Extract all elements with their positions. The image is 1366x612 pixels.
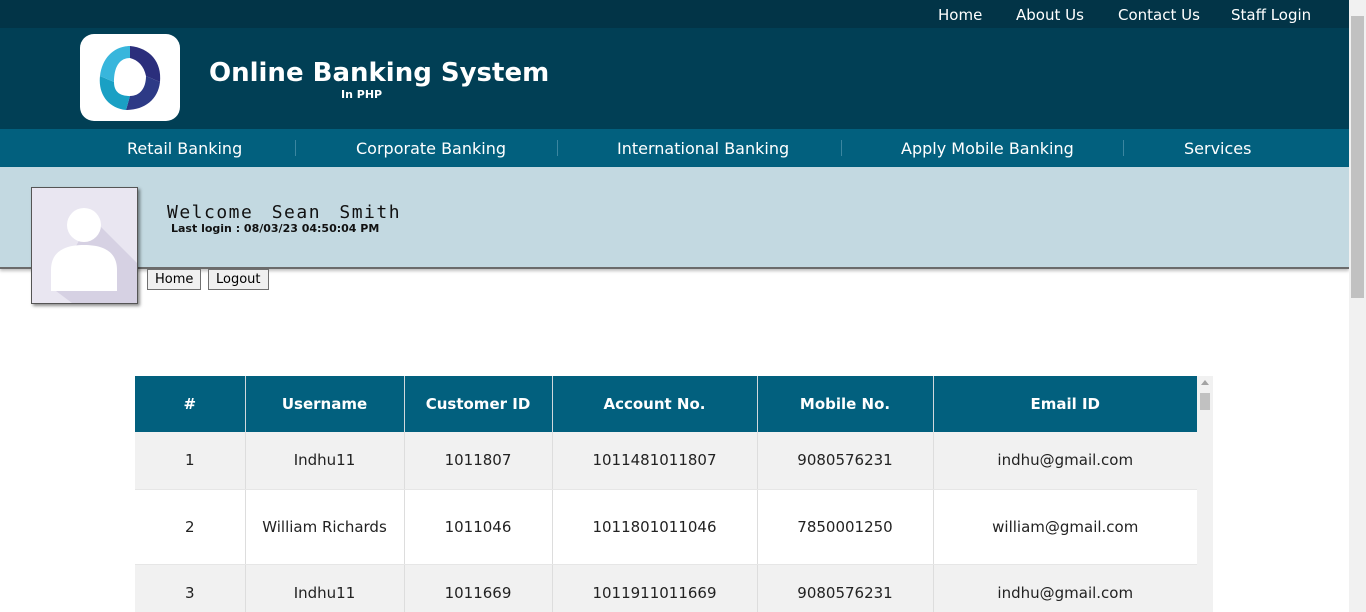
user-avatar	[31, 187, 138, 304]
site-header: Online Banking System In PHP	[0, 28, 1349, 129]
column-header-account-no: Account No.	[552, 376, 758, 432]
cell-customer-id: 1011669	[404, 564, 553, 612]
cell-account-no: 1011801011046	[552, 489, 758, 565]
cell-username: William Richards	[245, 489, 405, 565]
top-link-contact-us[interactable]: Contact Us	[1118, 6, 1200, 24]
nav-divider	[1123, 140, 1124, 156]
bank-logo[interactable]	[80, 34, 180, 121]
page-scrollbar-thumb[interactable]	[1351, 16, 1364, 298]
top-utility-bar: Home About Us Contact Us Staff Login	[0, 0, 1349, 28]
column-header-username: Username	[245, 376, 405, 432]
cell-customer-id: 1011807	[404, 432, 553, 490]
cell-email: indhu@gmail.com	[933, 432, 1197, 490]
cell-email: indhu@gmail.com	[933, 564, 1197, 612]
cell-customer-id: 1011046	[404, 489, 553, 565]
top-link-home[interactable]: Home	[938, 6, 982, 24]
customer-table-container[interactable]: # Username Customer ID Account No. Mobil…	[135, 376, 1213, 612]
nav-divider	[295, 140, 296, 156]
table-row: 1 Indhu11 1011807 1011481011807 90805762…	[135, 432, 1197, 490]
scroll-up-arrow-icon[interactable]	[1201, 380, 1209, 385]
nav-services[interactable]: Services	[1184, 139, 1251, 158]
logout-button[interactable]: Logout	[208, 269, 269, 290]
bank-logo-icon	[99, 46, 161, 110]
nav-divider	[841, 140, 842, 156]
column-header-email-id: Email ID	[933, 376, 1197, 432]
nav-international-banking[interactable]: International Banking	[617, 139, 789, 158]
top-link-about-us[interactable]: About Us	[1016, 6, 1084, 24]
cell-index: 2	[135, 489, 246, 565]
customer-table: # Username Customer ID Account No. Mobil…	[135, 376, 1197, 612]
cell-account-no: 1011481011807	[552, 432, 758, 490]
table-scrollbar-thumb[interactable]	[1200, 393, 1210, 410]
top-link-staff-login[interactable]: Staff Login	[1231, 6, 1311, 24]
nav-apply-mobile-banking[interactable]: Apply Mobile Banking	[901, 139, 1074, 158]
nav-retail-banking[interactable]: Retail Banking	[127, 139, 242, 158]
last-login-text: Last login : 08/03/23 04:50:04 PM	[171, 222, 380, 235]
cell-index: 3	[135, 564, 246, 612]
column-header-customer-id: Customer ID	[404, 376, 553, 432]
cell-mobile-no: 9080576231	[757, 564, 934, 612]
site-subtitle: In PHP	[341, 88, 383, 101]
site-title: Online Banking System	[209, 58, 550, 88]
nav-divider	[557, 140, 558, 156]
cell-account-no: 1011911011669	[552, 564, 758, 612]
cell-email: william@gmail.com	[933, 489, 1197, 565]
column-header-mobile-no: Mobile No.	[757, 376, 934, 432]
welcome-message: Welcome Sean Smith	[167, 202, 402, 223]
column-header-index: #	[135, 376, 246, 432]
home-button[interactable]: Home	[147, 269, 202, 290]
table-row: 3 Indhu11 1011669 1011911011669 90805762…	[135, 564, 1197, 612]
user-silhouette-icon	[51, 208, 137, 303]
table-header-row: # Username Customer ID Account No. Mobil…	[135, 376, 1197, 432]
cell-index: 1	[135, 432, 246, 490]
page-scrollbar[interactable]	[1349, 0, 1366, 612]
nav-corporate-banking[interactable]: Corporate Banking	[356, 139, 506, 158]
main-nav: Retail Banking Corporate Banking Interna…	[0, 129, 1349, 167]
cell-username: Indhu11	[245, 564, 405, 612]
table-row: 2 William Richards 1011046 1011801011046…	[135, 489, 1197, 565]
cell-mobile-no: 7850001250	[757, 489, 934, 565]
cell-mobile-no: 9080576231	[757, 432, 934, 490]
cell-username: Indhu11	[245, 432, 405, 490]
table-scrollbar[interactable]	[1197, 376, 1213, 612]
